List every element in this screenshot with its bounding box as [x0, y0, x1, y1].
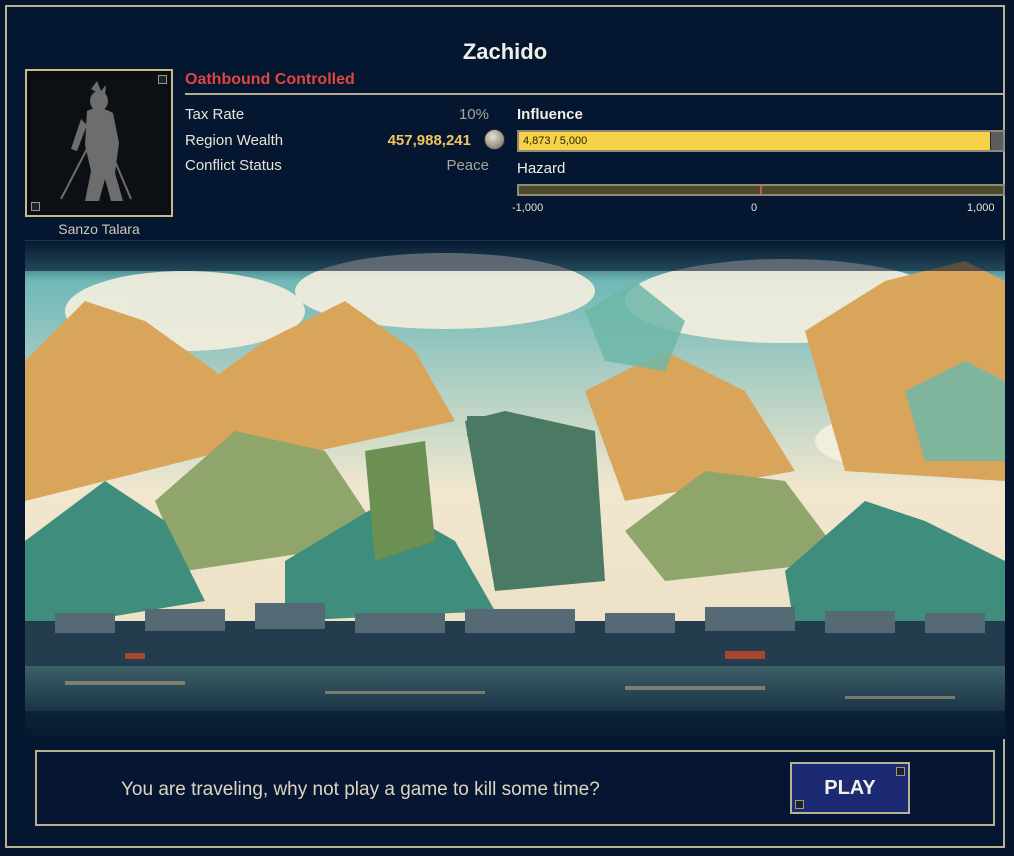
hazard-min-label: -1,000 — [512, 202, 544, 214]
governor-portrait[interactable] — [25, 69, 173, 217]
hazard-mid-label: 0 — [751, 202, 758, 214]
influence-text: 4,873 / 5,000 — [523, 135, 588, 147]
region-wealth-label: Region Wealth — [185, 132, 284, 149]
owner-status: Oathbound Controlled — [185, 71, 355, 88]
travel-message: You are traveling, why not play a game t… — [121, 779, 600, 800]
region-artwork — [25, 240, 1005, 739]
corner-ornament-icon — [158, 75, 167, 84]
corner-ornament-icon — [31, 202, 40, 211]
play-button-label: PLAY — [824, 777, 876, 799]
tax-rate-value: 10% — [458, 106, 489, 123]
conflict-status-label: Conflict Status — [185, 157, 282, 174]
play-button[interactable]: PLAY — [790, 762, 910, 814]
travel-minigame-prompt: You are traveling, why not play a game t… — [35, 750, 995, 826]
divider — [185, 93, 1005, 95]
region-panel: Zachido Sanzo Talara Oathbound Controlle… — [5, 5, 1005, 848]
hazard-marker — [760, 186, 762, 194]
hazard-label: Hazard — [517, 160, 566, 177]
hazard-bar — [517, 184, 1005, 196]
governor-name: Sanzo Talara — [58, 221, 140, 237]
region-title: Zachido — [462, 39, 548, 64]
samurai-silhouette-icon — [31, 75, 167, 211]
tax-rate-label: Tax Rate — [185, 106, 245, 123]
corner-ornament-icon — [896, 767, 905, 776]
corner-ornament-icon — [795, 800, 804, 809]
silver-coin-icon — [484, 129, 505, 150]
influence-bar: 4,873 / 5,000 — [517, 130, 1005, 152]
conflict-status-value: Peace — [446, 157, 489, 174]
influence-label: Influence — [517, 106, 583, 123]
influence-bar-end — [990, 132, 1003, 150]
hazard-max-label: 1,000 — [967, 202, 995, 214]
region-wealth-value: 457,988,241 — [387, 132, 471, 149]
influence-fill — [519, 132, 991, 150]
